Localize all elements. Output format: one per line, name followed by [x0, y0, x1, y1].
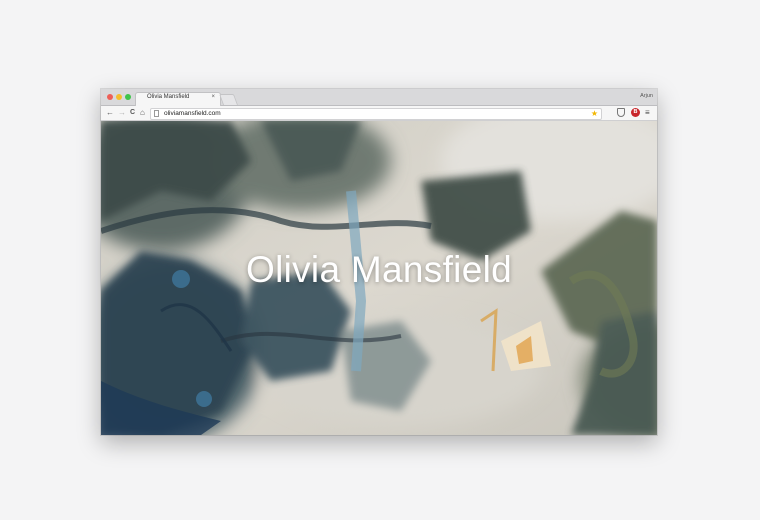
- adblock-icon[interactable]: B: [631, 108, 640, 117]
- tab-close-icon[interactable]: ×: [211, 94, 215, 100]
- url-text[interactable]: oliviamansfield.com: [164, 110, 221, 117]
- browser-toolbar: ← → C ⌂ oliviamansfield.com ★ B ≡: [101, 106, 657, 121]
- browser-tab[interactable]: Olivia Mansfield ×: [135, 92, 221, 106]
- browser-titlebar: Olivia Mansfield × Arjun: [101, 89, 657, 106]
- page-content: Olivia Mansfield: [101, 121, 657, 435]
- new-tab-button[interactable]: [218, 94, 239, 105]
- browser-window: Olivia Mansfield × Arjun ← → C ⌂ oliviam…: [101, 89, 657, 435]
- forward-icon[interactable]: →: [118, 108, 126, 117]
- hero-title: Olivia Mansfield: [246, 249, 512, 290]
- home-icon[interactable]: ⌂: [140, 108, 145, 117]
- maximize-window-button[interactable]: [125, 94, 131, 100]
- tab-title: Olivia Mansfield: [147, 94, 190, 100]
- address-bar[interactable]: oliviamansfield.com ★: [150, 108, 602, 120]
- page-icon: [154, 110, 159, 117]
- bookmark-star-icon[interactable]: ★: [591, 109, 598, 118]
- minimize-window-button[interactable]: [116, 94, 122, 100]
- reload-icon[interactable]: C: [130, 108, 135, 117]
- profile-name[interactable]: Arjun: [640, 93, 653, 99]
- back-icon[interactable]: ←: [106, 108, 114, 117]
- pocket-icon[interactable]: [617, 108, 625, 117]
- menu-icon[interactable]: ≡: [645, 108, 650, 117]
- close-window-button[interactable]: [107, 94, 113, 100]
